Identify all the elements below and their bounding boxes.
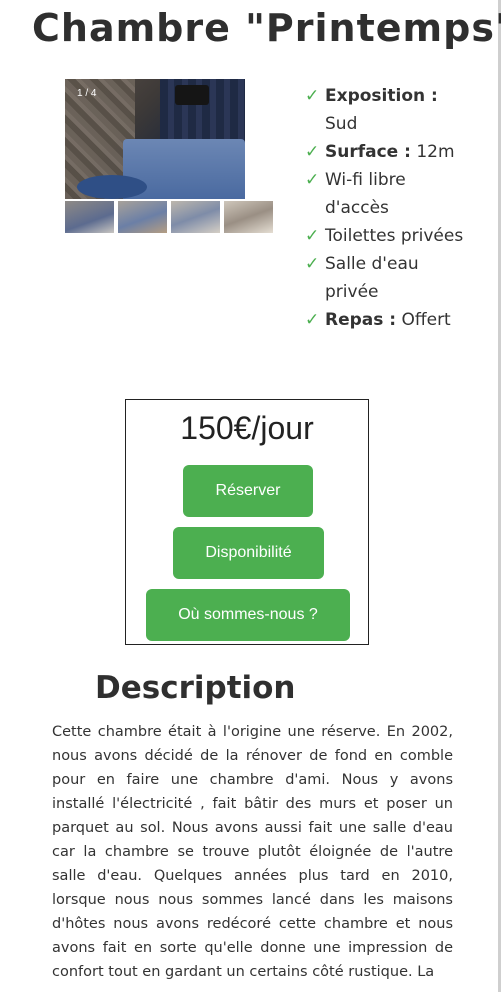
check-icon: ✓ <box>305 226 320 246</box>
gallery-thumbnail[interactable] <box>118 201 167 233</box>
gallery-thumbnail[interactable] <box>171 201 220 233</box>
feature-value: Sud <box>325 114 358 134</box>
description-heading: Description <box>95 670 296 706</box>
feature-bathroom: ✓ Salle d'eau privée <box>305 250 465 306</box>
main-room-photo[interactable]: 1 / 4 <box>65 79 245 199</box>
page-title: Chambre "Printemps" <box>32 6 501 50</box>
feature-surface: ✓ Surface : 12m <box>305 138 465 166</box>
price-per-day: 150€/jour <box>180 410 314 446</box>
photo-rug <box>77 175 147 199</box>
feature-exposition: ✓ Exposition : Sud <box>305 82 465 138</box>
feature-label: Exposition : <box>325 86 438 106</box>
gallery-thumbnail[interactable] <box>65 201 114 233</box>
gallery-thumbnail[interactable] <box>224 201 273 233</box>
room-features-list: ✓ Exposition : Sud ✓ Surface : 12m ✓ Wi-… <box>305 82 465 334</box>
feature-value: Wi-fi libre d'accès <box>325 170 406 218</box>
check-icon: ✓ <box>305 310 320 330</box>
feature-value: Salle d'eau privée <box>325 254 419 302</box>
feature-wifi: ✓ Wi-fi libre d'accès <box>305 166 465 222</box>
check-icon: ✓ <box>305 142 320 162</box>
description-text: Cette chambre était à l'origine une rése… <box>52 724 453 980</box>
location-button[interactable]: Où sommes-nous ? <box>146 589 350 641</box>
gallery-counter: 1 / 4 <box>77 88 97 99</box>
check-icon: ✓ <box>305 170 320 190</box>
photo-gallery: 1 / 4 <box>65 79 275 233</box>
feature-meals: ✓ Repas : Offert <box>305 306 465 334</box>
feature-value: 12m <box>416 142 455 162</box>
check-icon: ✓ <box>305 86 320 106</box>
photo-lamp <box>175 85 209 105</box>
thumbnail-strip <box>65 201 275 233</box>
pricing-box: 150€/jour Réserver Disponibilité Où somm… <box>125 399 369 645</box>
feature-label: Surface : <box>325 142 411 162</box>
feature-value: Offert <box>401 310 451 330</box>
feature-label: Repas : <box>325 310 397 330</box>
reserve-button[interactable]: Réserver <box>183 465 313 517</box>
feature-value: Toilettes privées <box>325 226 464 246</box>
feature-toilets: ✓ Toilettes privées <box>305 222 465 250</box>
availability-button[interactable]: Disponibilité <box>173 527 324 579</box>
check-icon: ✓ <box>305 254 320 274</box>
